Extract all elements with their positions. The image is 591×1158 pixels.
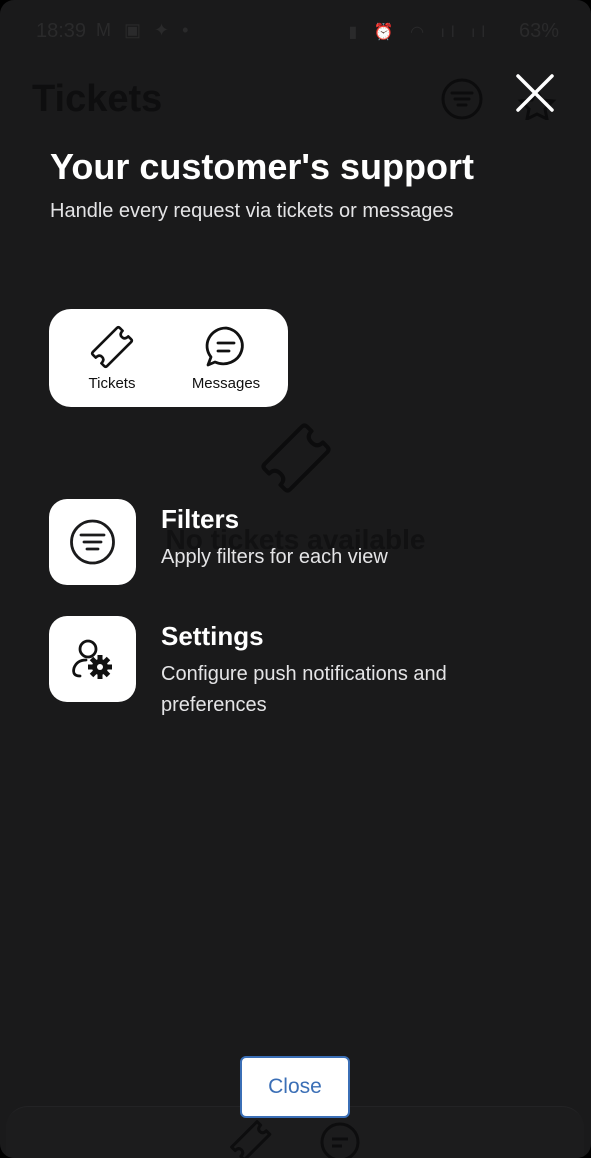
tab-messages[interactable]: Messages [171, 309, 281, 407]
settings-icon-box [49, 616, 136, 702]
filters-description: Apply filters for each view [161, 546, 388, 568]
ticket-icon [261, 423, 331, 493]
settings-description: Configure push notifications and prefere… [161, 663, 447, 716]
tab-tickets[interactable]: Tickets [57, 309, 167, 407]
tabs-preview-card: Tickets Messages [49, 309, 288, 407]
page-title: Tickets [32, 78, 163, 120]
user-settings-icon [72, 639, 112, 679]
settings-title: Settings [161, 621, 264, 651]
close-button[interactable]: Close [240, 1056, 350, 1118]
filters-icon-box [49, 499, 136, 585]
battery-level: 63% [518, 20, 559, 42]
overlay-headline: Your customer's support [50, 146, 474, 187]
filter-icon [70, 519, 115, 565]
filter-icon [441, 78, 483, 120]
ticket-icon [90, 325, 134, 369]
tab-ticket-icon [230, 1120, 272, 1158]
overlay-subline: Handle every request via tickets or mess… [50, 200, 454, 222]
close-icon[interactable] [512, 70, 558, 116]
filters-title: Filters [161, 504, 240, 534]
system-status-icons: ▮ ⏰ ◠ ıl ıl [348, 24, 491, 41]
status-time: 18:39 [36, 20, 87, 42]
tab-tickets-label: Tickets [88, 375, 136, 392]
message-icon [205, 326, 244, 367]
status-bar: 18:39 M ▣ ✦ • ▮ ⏰ ◠ ıl ıl 63% [0, 0, 591, 62]
notification-icons: M ▣ ✦ • [96, 20, 193, 40]
tab-message-icon [320, 1122, 360, 1158]
app-screen: 18:39 M ▣ ✦ • ▮ ⏰ ◠ ıl ıl 63% Tickets No… [0, 0, 591, 1158]
tab-messages-label: Messages [191, 375, 261, 392]
